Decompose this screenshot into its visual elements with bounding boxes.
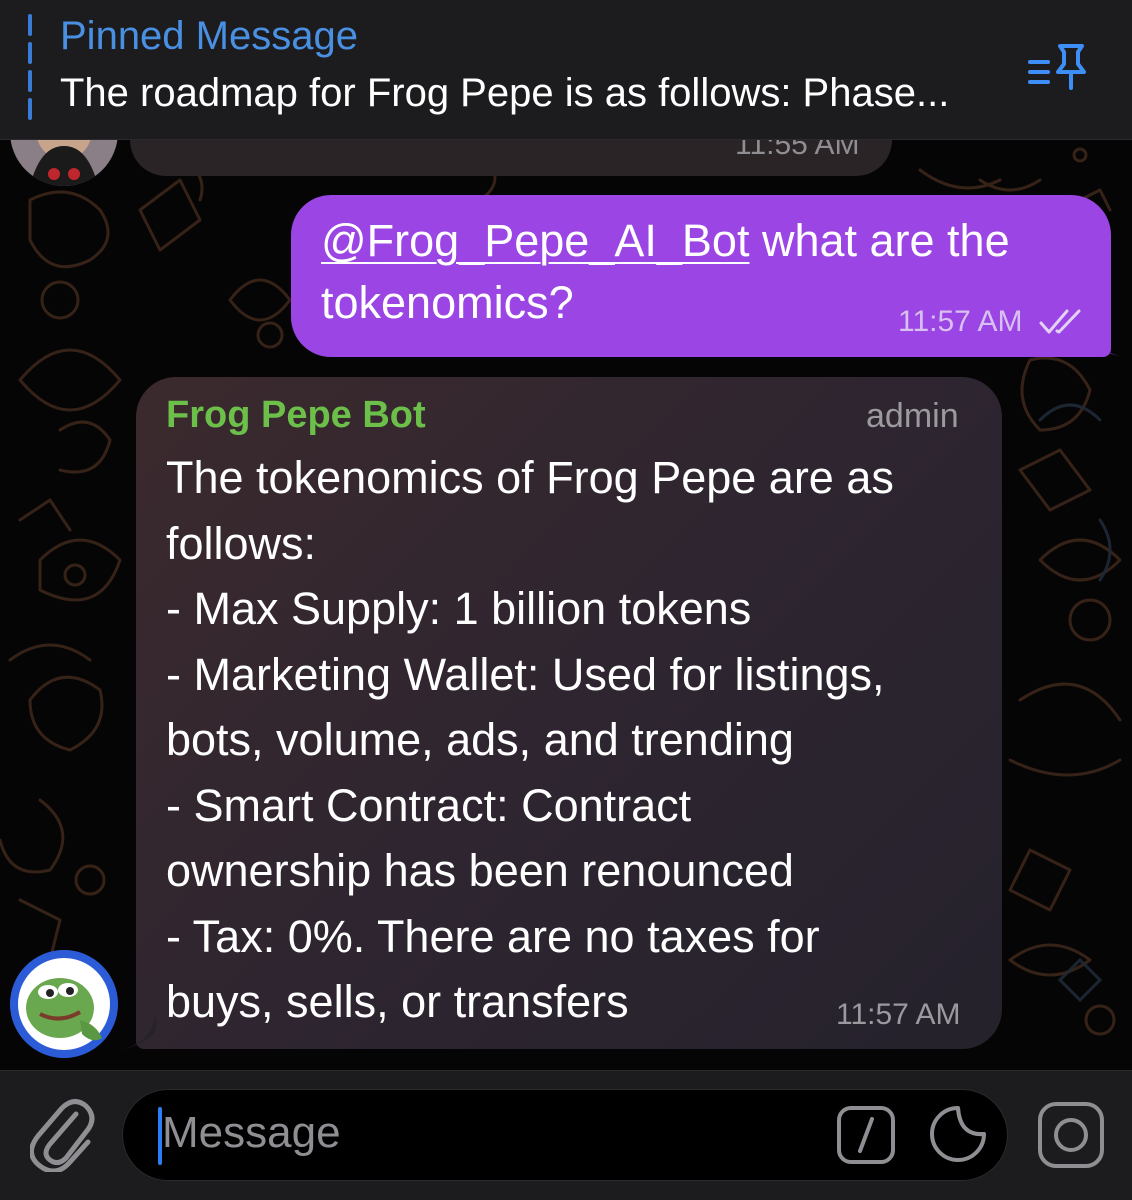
message-placeholder: Message	[162, 1108, 341, 1157]
pinned-list-icon[interactable]	[1026, 40, 1090, 92]
message-line: ownership has been renounced	[166, 845, 794, 896]
bot-mention-link[interactable]: @Frog_Pepe_AI_Bot	[321, 215, 749, 266]
incoming-message-text: The tokenomics of Frog Pepe are as follo…	[166, 445, 976, 1035]
message-line: follows:	[166, 517, 317, 569]
bot-command-icon[interactable]	[836, 1105, 896, 1165]
message-line: - Marketing Wallet: Used for listings,	[166, 648, 885, 700]
pinned-indicator	[28, 14, 34, 120]
paperclip-icon[interactable]	[30, 1096, 96, 1172]
message-line: The tokenomics of Frog Pepe are as	[166, 452, 894, 503]
camera-icon[interactable]	[1036, 1100, 1106, 1170]
pinned-title: Pinned Message	[60, 14, 358, 58]
message-line: - Tax: 0%. There are no taxes for	[166, 910, 820, 962]
message-line: - Smart Contract: Contract	[166, 779, 692, 831]
outgoing-message-time: 11:57 AM	[898, 305, 1023, 338]
outgoing-bubble-tail	[1090, 320, 1120, 356]
message-line: bots, volume, ads, and trending	[166, 714, 794, 765]
pinned-preview: The roadmap for Frog Pepe is as follows:…	[60, 71, 950, 115]
incoming-bubble-tail	[120, 1012, 156, 1050]
bot-avatar[interactable]	[10, 950, 118, 1058]
admin-badge: admin	[866, 397, 959, 435]
sender-name[interactable]: Frog Pepe Bot	[166, 394, 426, 437]
message-line: - Max Supply: 1 billion tokens	[166, 583, 752, 634]
pinned-message-bar[interactable]: Pinned Message The roadmap for Frog Pepe…	[0, 0, 1132, 140]
sticker-icon[interactable]	[928, 1104, 988, 1164]
incoming-message-time: 11:57 AM	[836, 998, 961, 1031]
double-check-icon	[1039, 309, 1081, 334]
